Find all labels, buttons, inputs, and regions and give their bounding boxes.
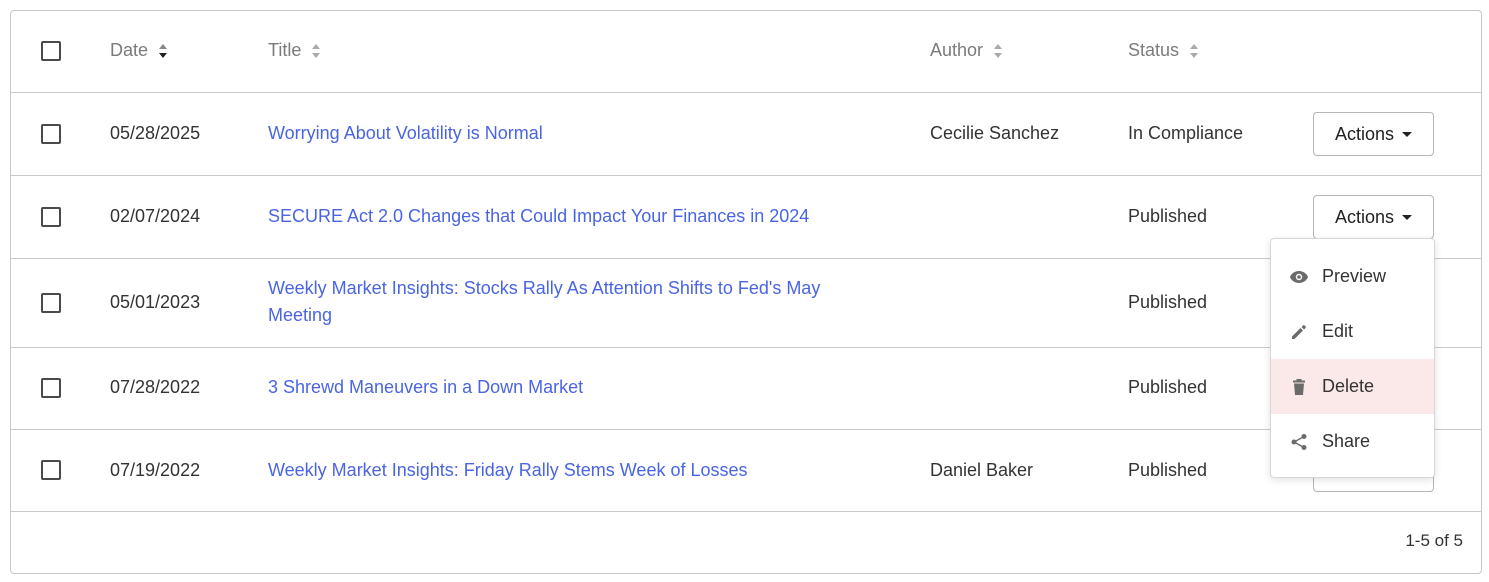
date-header-label: Date [110, 40, 149, 60]
sort-active-icon[interactable] [158, 43, 168, 59]
table-header-row: Date Title Author Status [11, 11, 1481, 93]
menu-item-label: Delete [1322, 376, 1375, 396]
row-date: 07/28/2022 [110, 377, 201, 397]
menu-item-share[interactable]: Share [1271, 414, 1434, 469]
row-status: Published [1128, 206, 1208, 226]
row-status: Published [1128, 377, 1208, 397]
row-author: Cecilie Sanchez [930, 123, 1060, 143]
actions-button[interactable]: Actions [1313, 112, 1434, 156]
row-date: 05/01/2023 [110, 292, 201, 312]
pencil-icon [1289, 322, 1309, 342]
sort-icon[interactable] [311, 43, 321, 59]
row-title-link[interactable]: Weekly Market Insights: Stocks Rally As … [268, 275, 858, 329]
actions-button-label: Actions [1334, 123, 1395, 144]
pagination-count: 1-5 of 5 [1405, 531, 1463, 550]
row-title-link[interactable]: SECURE Act 2.0 Changes that Could Impact… [268, 203, 908, 230]
row-checkbox[interactable] [41, 293, 61, 313]
row-status: Published [1128, 292, 1208, 312]
author-column-header[interactable]: Author [930, 37, 1003, 64]
menu-item-label: Share [1322, 431, 1371, 451]
actions-button[interactable]: Actions [1313, 195, 1434, 239]
date-column-header[interactable]: Date [110, 37, 168, 64]
articles-table: Date Title Author Status 05/28/2025 Worr… [10, 10, 1482, 574]
menu-item-label: Preview [1322, 266, 1387, 286]
row-status: Published [1128, 460, 1208, 480]
row-author: Daniel Baker [930, 460, 1034, 480]
title-column-header[interactable]: Title [268, 37, 321, 64]
actions-dropdown-menu: Preview Edit Delete Share [1270, 238, 1435, 478]
row-status: In Compliance [1128, 123, 1244, 143]
row-date: 07/19/2022 [110, 460, 201, 480]
select-all-checkbox[interactable] [41, 41, 61, 61]
status-header-label: Status [1128, 40, 1180, 60]
table-row: 05/01/2023 Weekly Market Insights: Stock… [11, 259, 1481, 348]
status-column-header[interactable]: Status [1128, 37, 1199, 64]
table-row: 07/28/2022 3 Shrewd Maneuvers in a Down … [11, 348, 1481, 430]
row-date: 05/28/2025 [110, 123, 201, 143]
table-row: 05/28/2025 Worrying About Volatility is … [11, 93, 1481, 176]
title-header-label: Title [268, 40, 302, 60]
row-checkbox[interactable] [41, 207, 61, 227]
actions-button-label: Actions [1334, 206, 1395, 227]
row-title-link[interactable]: Weekly Market Insights: Friday Rally Ste… [268, 457, 868, 484]
table-row: 02/07/2024 SECURE Act 2.0 Changes that C… [11, 176, 1481, 259]
row-checkbox[interactable] [41, 124, 61, 144]
menu-item-label: Edit [1322, 321, 1354, 341]
sort-icon[interactable] [993, 43, 1003, 59]
menu-item-edit[interactable]: Edit [1271, 304, 1434, 359]
caret-down-icon [1402, 214, 1413, 220]
menu-item-preview[interactable]: Preview [1271, 249, 1434, 304]
caret-down-icon [1402, 131, 1413, 137]
eye-icon [1289, 267, 1309, 287]
row-title-link[interactable]: 3 Shrewd Maneuvers in a Down Market [268, 374, 868, 401]
sort-icon[interactable] [1189, 43, 1199, 59]
row-checkbox[interactable] [41, 460, 61, 480]
menu-item-delete[interactable]: Delete [1271, 359, 1434, 414]
row-date: 02/07/2024 [110, 206, 201, 226]
share-icon [1289, 432, 1309, 452]
trash-icon [1289, 377, 1309, 397]
row-title-link[interactable]: Worrying About Volatility is Normal [268, 120, 868, 147]
table-row: 07/19/2022 Weekly Market Insights: Frida… [11, 430, 1481, 512]
author-header-label: Author [930, 40, 984, 60]
row-checkbox[interactable] [41, 378, 61, 398]
